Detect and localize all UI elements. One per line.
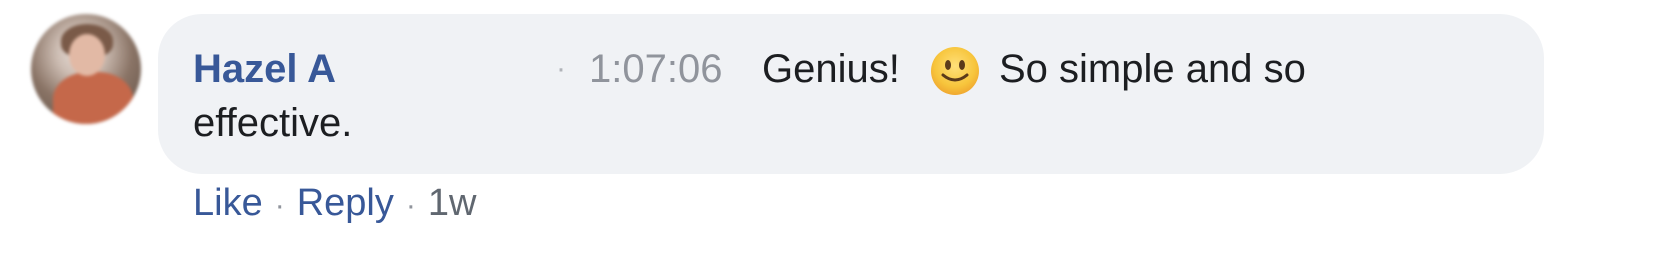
like-button[interactable]: Like <box>193 182 263 224</box>
comment-text-part2: So simple and so <box>999 47 1306 91</box>
avatar[interactable] <box>31 14 141 124</box>
comment-actions: Like · Reply · 1w <box>193 180 476 229</box>
avatar-shirt <box>53 72 133 124</box>
action-separator: · <box>274 189 285 222</box>
comment-bubble <box>158 14 1544 174</box>
comment: Hazel A · 1:07:06 Genius! So simple and … <box>0 0 1664 254</box>
video-timestamp[interactable]: 1:07:06 <box>589 44 722 94</box>
comment-text-part1: Genius! <box>762 47 900 91</box>
reply-button[interactable]: Reply <box>297 182 394 224</box>
comment-text-line2: effective. <box>193 101 353 145</box>
action-separator: · <box>405 189 416 222</box>
comment-age[interactable]: 1w <box>428 182 477 224</box>
avatar-face <box>69 34 105 76</box>
timestamp-separator: · <box>556 52 566 85</box>
slightly-smiling-face-icon <box>929 45 981 97</box>
author-name[interactable]: Hazel A <box>193 44 336 94</box>
